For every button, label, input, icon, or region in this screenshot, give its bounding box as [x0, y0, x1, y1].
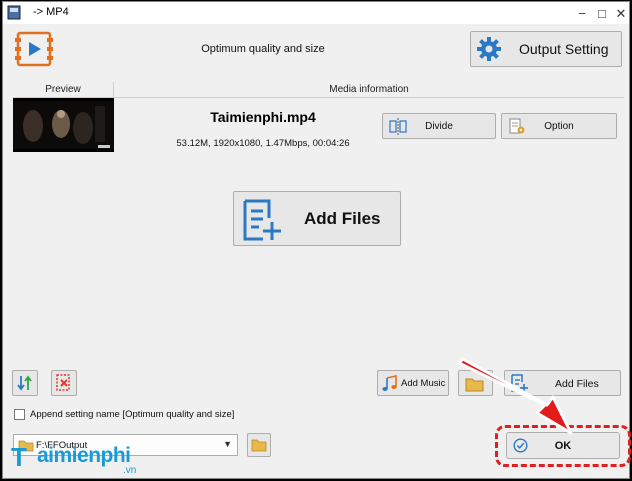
clear-list-button[interactable] [51, 370, 77, 396]
option-label: Option [544, 121, 574, 132]
file-media-info: 53.12M, 1920x1080, 1.47Mbps, 00:04:26 [176, 138, 350, 149]
watermark-suffix: .vn [123, 465, 137, 476]
divide-button[interactable]: Divide [382, 113, 496, 139]
column-header-preview: Preview [13, 82, 114, 98]
close-icon[interactable]: ✕ [614, 6, 628, 20]
add-music-label: Add Music [401, 378, 446, 389]
file-list-row[interactable]: Taimienphi.mp4 53.12M, 1920x1080, 1.47Mb… [13, 98, 624, 156]
gear-icon [477, 37, 501, 61]
file-name: Taimienphi.mp4 [210, 109, 316, 125]
add-files-button[interactable]: Add Files [233, 191, 401, 246]
sort-icon [17, 375, 32, 391]
divide-label: Divide [425, 121, 453, 132]
format-factory-window: -> MP4 − □ ✕ Optimum quality and size Ou… [2, 1, 631, 479]
profile-description: Optimum quality and size [201, 43, 325, 55]
add-files-label: Add Files [304, 209, 381, 228]
window-title: -> MP4 [33, 6, 69, 18]
app-icon [7, 5, 21, 20]
minimize-icon[interactable]: − [575, 6, 589, 20]
open-folder-icon [251, 439, 267, 452]
add-file-icon [243, 199, 281, 241]
sort-button[interactable] [12, 370, 38, 396]
red-pointer-arrow [457, 357, 573, 435]
title-bar: -> MP4 − □ ✕ [3, 2, 629, 24]
maximize-icon[interactable]: □ [595, 6, 609, 20]
taimienphi-watermark-logo: T aimienphi .vn [7, 442, 157, 478]
add-music-button[interactable]: Add Music [377, 370, 449, 396]
append-setting-label: Append setting name [Optimum quality and… [30, 408, 235, 420]
clear-list-icon [56, 374, 70, 391]
append-setting-checkbox[interactable] [14, 408, 25, 420]
output-setting-label: Output Setting [519, 41, 609, 57]
append-setting-row[interactable]: Append setting name [Optimum quality and… [14, 407, 234, 421]
video-thumbnail [13, 98, 114, 152]
column-header-media-information: Media information [329, 84, 409, 95]
browse-folder-button[interactable] [247, 433, 271, 457]
option-button[interactable]: Option [501, 113, 617, 139]
music-note-icon [382, 375, 397, 391]
output-setting-button[interactable]: Output Setting [470, 31, 622, 67]
watermark-brand: aimienphi [37, 444, 131, 467]
chevron-down-icon: ▼ [223, 439, 232, 449]
watermark-initial: T [11, 442, 27, 472]
file-list-header: Preview Media information [13, 82, 624, 98]
